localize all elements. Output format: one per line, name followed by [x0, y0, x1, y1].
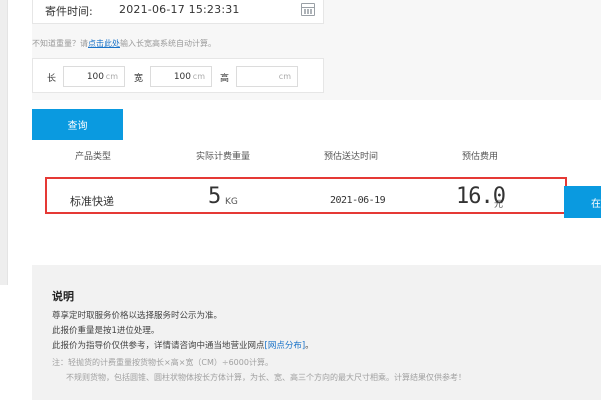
header-weight: 实际计费重量 — [196, 152, 251, 162]
length-label: 长 — [47, 74, 57, 84]
note-line-2: 此报价重量是按1进位处理。 — [52, 326, 160, 336]
length-unit: cm — [105, 72, 118, 81]
header-delivery: 预估送达时间 — [324, 152, 379, 162]
results-header: 产品类型 实际计费重量 预估送达时间 预估费用 — [32, 140, 601, 168]
calculate-link[interactable]: 点击此处 — [88, 39, 120, 48]
height-label: 高 — [220, 74, 230, 84]
width-field[interactable]: cm — [150, 66, 212, 87]
calendar-icon[interactable] — [301, 3, 315, 16]
hint-suffix: 输入长宽高系统自动计算。 — [120, 39, 216, 48]
outlets-link[interactable]: [网点分布] — [265, 341, 306, 351]
width-unit: cm — [192, 72, 205, 81]
weight-unit: KG — [225, 197, 238, 207]
width-label: 宽 — [134, 74, 144, 84]
left-panel-edge — [0, 0, 8, 285]
send-time-label: 寄件时间: — [45, 5, 93, 18]
notes-title: 说明 — [52, 290, 74, 303]
send-time-value[interactable]: 2021-06-17 15:23:31 — [119, 3, 240, 16]
height-unit: cm — [278, 72, 291, 81]
note-line-3-end: 。 — [305, 341, 314, 351]
height-field[interactable]: cm — [236, 66, 298, 87]
fee-unit: 元 — [494, 200, 504, 210]
length-input[interactable] — [64, 67, 104, 86]
delivery-date: 2021-06-19 — [330, 195, 386, 206]
hint-prefix: 不知道重量？请 — [32, 39, 88, 48]
header-product: 产品类型 — [75, 152, 112, 162]
query-button[interactable]: 查询 — [32, 109, 123, 140]
dimensions-panel: 长 cm 宽 cm 高 cm — [32, 58, 324, 93]
height-input[interactable] — [237, 67, 277, 86]
length-field[interactable]: cm — [63, 66, 125, 87]
note-line-3-text: 此报价为指导价仅供参考，详情请咨询中通当地营业网点 — [52, 341, 265, 351]
send-time-field[interactable]: 寄件时间: 2021-06-17 15:23:31 — [32, 0, 324, 24]
order-button[interactable]: 在 — [564, 186, 601, 218]
weight-value: 5 — [208, 184, 222, 209]
header-fee: 预估费用 — [462, 152, 499, 162]
result-row: 标准快递 5 KG 2021-06-19 16.0 元 在 — [32, 168, 601, 230]
note-line-1: 尊享定时取服务价格以选择服务时公示为准。 — [52, 311, 223, 321]
width-input[interactable] — [151, 67, 191, 86]
note-line-4: 注：轻抛货的计费重量按货物长×高×宽（CM）÷6000计算。 — [52, 358, 273, 367]
note-line-5: 不规则货物，包括圆锥、圆柱状物体按长方体计算，为长、宽、高三个方向的最大尺寸相乘… — [66, 373, 466, 382]
note-line-3: 此报价为指导价仅供参考，详情请咨询中通当地营业网点[网点分布]。 — [52, 339, 314, 351]
weight-hint: 不知道重量？请点击此处输入长宽高系统自动计算。 — [32, 38, 216, 49]
notes-panel: 说明 尊享定时取服务价格以选择服务时公示为准。 此报价重量是按1进位处理。 此报… — [32, 265, 601, 400]
product-type: 标准快递 — [70, 195, 114, 208]
